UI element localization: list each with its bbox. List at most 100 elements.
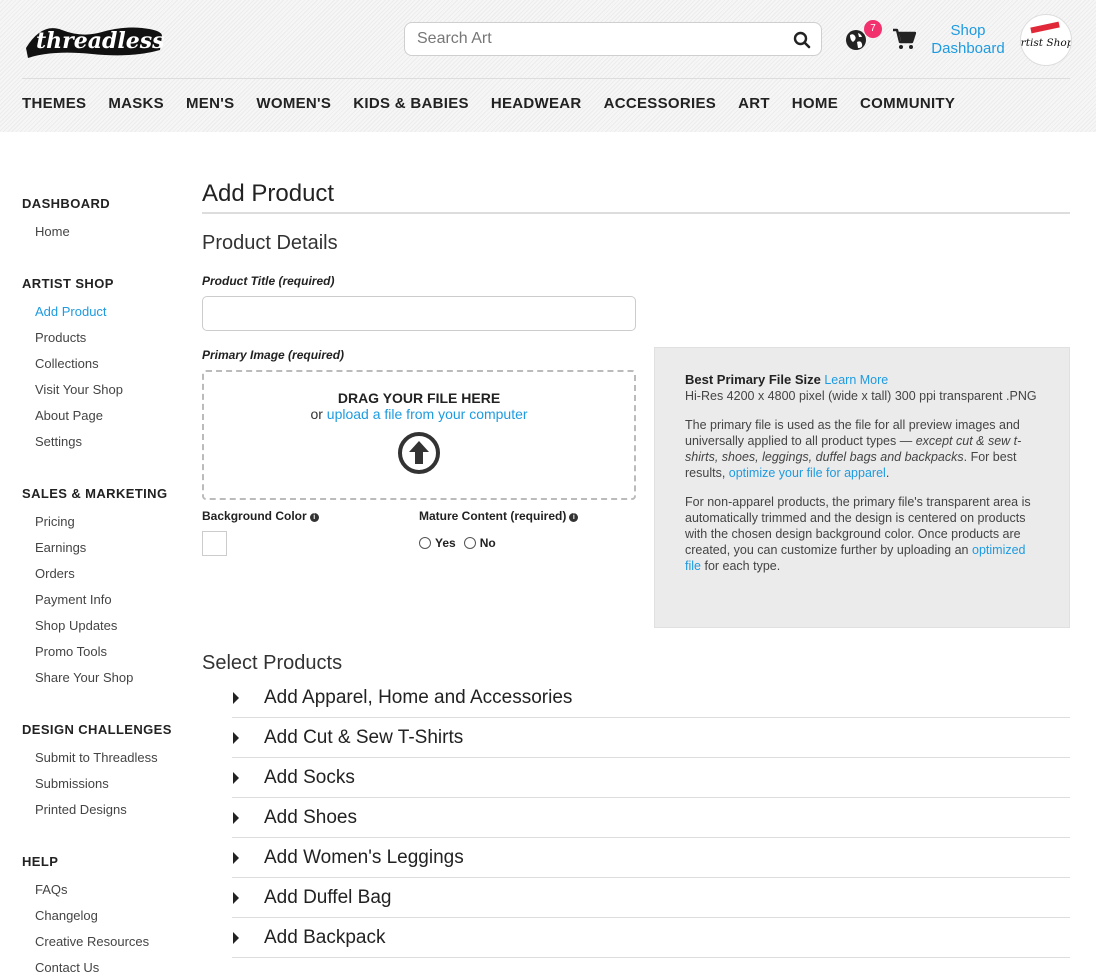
header-divider bbox=[22, 78, 1070, 79]
mature-no-label[interactable]: No bbox=[480, 536, 496, 550]
search-icon[interactable] bbox=[793, 31, 811, 49]
file-size-info-box: Best Primary File Size Learn More Hi-Res… bbox=[654, 347, 1070, 628]
product-type-label: Add Cut & Sew T-Shirts bbox=[264, 726, 464, 748]
nav-art[interactable]: ART bbox=[738, 95, 770, 112]
info-nonapparel-paragraph: For non-apparel products, the primary fi… bbox=[685, 494, 1039, 574]
nav-kids-babies[interactable]: KIDS & BABIES bbox=[353, 95, 469, 112]
nav-headwear[interactable]: HEADWEAR bbox=[491, 95, 582, 112]
nav-masks[interactable]: MASKS bbox=[108, 95, 164, 112]
caret-right-icon bbox=[233, 811, 239, 824]
product-type-label: Add Apparel, Home and Accessories bbox=[264, 686, 573, 708]
product-type-label: Add Socks bbox=[264, 766, 355, 788]
upload-arrow-icon[interactable] bbox=[396, 430, 442, 476]
artist-shops-logo[interactable]: Artist Shops bbox=[1020, 14, 1072, 66]
caret-right-icon bbox=[233, 931, 239, 944]
sidebar-item-home[interactable]: Home bbox=[22, 224, 182, 250]
sidebar-item-orders[interactable]: Orders bbox=[22, 566, 182, 592]
learn-more-link[interactable]: Learn More bbox=[824, 373, 888, 387]
info-spec-paragraph: Best Primary File Size Learn More Hi-Res… bbox=[685, 372, 1039, 404]
product-title-label: Product Title (required) bbox=[202, 274, 335, 288]
dropzone-heading: DRAG YOUR FILE HERE bbox=[337, 390, 501, 406]
sidebar-item-faqs[interactable]: FAQs bbox=[22, 882, 182, 908]
nav-mens[interactable]: MEN'S bbox=[186, 95, 234, 112]
product-type-womens-leggings[interactable]: Add Women's Leggings bbox=[232, 838, 1070, 878]
add-product-form: Add Product Product Details Product Titl… bbox=[202, 180, 1070, 958]
sidebar-item-products[interactable]: Products bbox=[22, 330, 182, 356]
sidebar-item-settings[interactable]: Settings bbox=[22, 434, 182, 460]
info-icon[interactable]: i bbox=[309, 513, 319, 522]
cart-icon[interactable] bbox=[892, 28, 916, 50]
mature-no-radio[interactable] bbox=[463, 537, 476, 549]
upload-file-link[interactable]: upload a file from your computer bbox=[327, 406, 528, 422]
mature-yes-label[interactable]: Yes bbox=[435, 536, 456, 550]
primary-image-label: Primary Image (required) bbox=[202, 348, 345, 362]
optimize-apparel-link[interactable]: optimize your file for apparel bbox=[729, 466, 886, 480]
threadless-logo[interactable]: threadless bbox=[22, 14, 164, 64]
product-type-backpack[interactable]: Add Backpack bbox=[232, 918, 1070, 958]
notification-badge: 7 bbox=[864, 20, 882, 38]
sidebar-item-promo-tools[interactable]: Promo Tools bbox=[22, 644, 182, 670]
nav-accessories[interactable]: ACCESSORIES bbox=[604, 95, 717, 112]
background-color-label-text: Background Color bbox=[202, 509, 307, 523]
info-primary-paragraph: The primary file is used as the file for… bbox=[685, 417, 1039, 481]
product-type-label: Add Women's Leggings bbox=[264, 846, 464, 868]
sidebar-section-sales-marketing: SALES & MARKETING bbox=[22, 486, 168, 501]
sidebar-item-visit-your-shop[interactable]: Visit Your Shop bbox=[22, 382, 182, 408]
file-dropzone[interactable]: DRAG YOUR FILE HERE or upload a file fro… bbox=[202, 370, 636, 500]
dashboard-sidebar: DASHBOARD Home ARTIST SHOP Add Product P… bbox=[22, 196, 182, 980]
nav-home[interactable]: HOME bbox=[792, 95, 838, 112]
mature-content-label: Mature Content (required) i bbox=[419, 509, 579, 523]
search-input[interactable] bbox=[405, 23, 775, 55]
sidebar-section-help: HELP bbox=[22, 854, 59, 869]
info-p1-c: . bbox=[885, 466, 890, 480]
sidebar-section-dashboard: DASHBOARD bbox=[22, 196, 111, 211]
select-products-heading: Select Products bbox=[202, 652, 343, 674]
sidebar-item-changelog[interactable]: Changelog bbox=[22, 908, 182, 934]
sidebar-item-earnings[interactable]: Earnings bbox=[22, 540, 182, 566]
nav-community[interactable]: COMMUNITY bbox=[860, 95, 955, 112]
main-navigation: THEMES MASKS MEN'S WOMEN'S KIDS & BABIES… bbox=[22, 95, 977, 112]
mature-yes-radio[interactable] bbox=[419, 537, 431, 549]
caret-right-icon bbox=[233, 891, 239, 904]
sidebar-section-design-challenges: DESIGN CHALLENGES bbox=[22, 722, 172, 737]
sidebar-item-contact-us[interactable]: Contact Us bbox=[22, 960, 182, 980]
product-type-label: Add Duffel Bag bbox=[264, 886, 392, 908]
sidebar-item-submit-to-threadless[interactable]: Submit to Threadless bbox=[22, 750, 182, 776]
product-details-heading: Product Details bbox=[202, 232, 338, 254]
page-title: Add Product bbox=[202, 180, 1070, 214]
dropzone-subtext: or upload a file from your computer bbox=[204, 406, 634, 422]
dropzone-or: or bbox=[310, 406, 323, 422]
background-color-label: Background Color i bbox=[202, 509, 319, 523]
sidebar-section-artist-shop: ARTIST SHOP bbox=[22, 276, 114, 291]
background-color-picker[interactable] bbox=[202, 531, 227, 556]
nav-womens[interactable]: WOMEN'S bbox=[256, 95, 331, 112]
shop-dashboard-link[interactable]: Shop Dashboard bbox=[928, 22, 1008, 58]
product-type-socks[interactable]: Add Socks bbox=[232, 758, 1070, 798]
caret-right-icon bbox=[233, 731, 239, 744]
search-bar bbox=[404, 22, 822, 56]
svg-text:Artist Shops: Artist Shops bbox=[1020, 37, 1072, 49]
info-spec: Hi-Res 4200 x 4800 pixel (wide x tall) 3… bbox=[685, 389, 1037, 403]
product-title-input[interactable] bbox=[202, 296, 636, 331]
info-heading: Best Primary File Size bbox=[685, 372, 821, 387]
sidebar-item-submissions[interactable]: Submissions bbox=[22, 776, 182, 802]
product-type-shoes[interactable]: Add Shoes bbox=[232, 798, 1070, 838]
sidebar-item-collections[interactable]: Collections bbox=[22, 356, 182, 382]
product-type-cut-sew-tshirts[interactable]: Add Cut & Sew T-Shirts bbox=[232, 718, 1070, 758]
product-type-apparel-home-accessories[interactable]: Add Apparel, Home and Accessories bbox=[232, 678, 1070, 718]
sidebar-item-shop-updates[interactable]: Shop Updates bbox=[22, 618, 182, 644]
sidebar-item-payment-info[interactable]: Payment Info bbox=[22, 592, 182, 618]
sidebar-item-printed-designs[interactable]: Printed Designs bbox=[22, 802, 182, 828]
sidebar-item-creative-resources[interactable]: Creative Resources bbox=[22, 934, 182, 960]
sidebar-item-pricing[interactable]: Pricing bbox=[22, 514, 182, 540]
info-icon[interactable]: i bbox=[569, 513, 579, 522]
svg-text:threadless: threadless bbox=[36, 28, 164, 54]
nav-themes[interactable]: THEMES bbox=[22, 95, 86, 112]
sidebar-item-add-product[interactable]: Add Product bbox=[22, 304, 182, 330]
site-header: threadless 7 Shop Dashboard Artist Shops… bbox=[0, 0, 1096, 132]
product-type-duffel-bag[interactable]: Add Duffel Bag bbox=[232, 878, 1070, 918]
sidebar-item-about-page[interactable]: About Page bbox=[22, 408, 182, 434]
caret-right-icon bbox=[233, 851, 239, 864]
sidebar-item-share-your-shop[interactable]: Share Your Shop bbox=[22, 670, 182, 696]
mature-content-options: Yes No bbox=[419, 536, 504, 550]
